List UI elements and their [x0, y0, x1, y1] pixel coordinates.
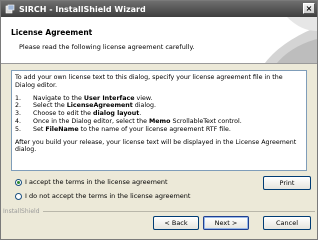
header-swoosh-graphic [265, 17, 317, 63]
accept-option[interactable]: I accept the terms in the license agreem… [15, 178, 168, 186]
cancel-button[interactable]: Cancel [263, 216, 311, 230]
print-button[interactable]: Print [263, 176, 311, 190]
license-step: 2. Select the LicenseAgreement dialog. [15, 102, 157, 110]
license-step: 3. Choose to edit the dialog layout. [15, 110, 142, 118]
installshield-wizard-window: SIRCH - InstallShield Wizard × License A… [0, 0, 318, 240]
accept-label[interactable]: I accept the terms in the license agreem… [25, 178, 168, 186]
license-step: 4. Once in the Dialog editor, select the … [15, 117, 242, 125]
license-outro: After you build your release, your licen… [15, 138, 297, 154]
license-step: 5. Set FileName to the name of your licen… [15, 125, 231, 133]
window-title: SIRCH - InstallShield Wizard [19, 4, 146, 14]
page-title: License Agreement [11, 28, 93, 37]
close-button[interactable]: × [303, 3, 315, 14]
wizard-header: License Agreement Please read the follow… [1, 17, 317, 64]
decline-option[interactable]: I do not accept the terms in the license… [15, 192, 190, 200]
installshield-brand: InstallShield [3, 208, 40, 215]
license-step: 1. Navigate to the User Interface view. [15, 94, 153, 102]
installshield-divider: InstallShield [3, 208, 315, 215]
divider-line [42, 211, 315, 212]
close-icon: × [305, 4, 313, 13]
decline-label[interactable]: I do not accept the terms in the license… [25, 192, 190, 200]
license-steps-list: 1. Navigate to the User Interface view. 2… [15, 95, 303, 134]
decline-radio[interactable] [15, 192, 22, 200]
accept-radio[interactable] [15, 178, 22, 186]
back-button[interactable]: < Back [153, 216, 199, 230]
radio-selected-dot [17, 180, 20, 184]
installer-app-icon [5, 4, 15, 14]
next-button[interactable]: Next > [203, 216, 249, 230]
page-subtitle: Please read the following license agreem… [19, 43, 195, 51]
title-bar: SIRCH - InstallShield Wizard × [1, 1, 317, 17]
license-text-box[interactable]: To add your own license text to this dia… [11, 70, 307, 171]
license-intro: To add your own license text to this dia… [15, 74, 283, 89]
